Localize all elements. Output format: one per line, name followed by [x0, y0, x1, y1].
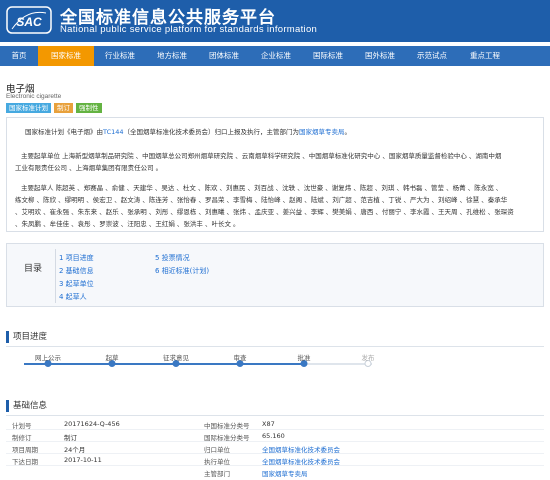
- nav-item-group-standards[interactable]: 团体标准: [198, 46, 250, 66]
- toc-item-progress[interactable]: 1 项目进度: [59, 253, 94, 263]
- drafters-line: 、朱凤鹏 、牟佳佳 、袁彤 、罗崇波 、汪阳忠 、王红娟 、张洪丰 、叶长文 。: [15, 220, 240, 228]
- standard-title-en: Electronic cigarette: [6, 93, 62, 100]
- plan-number-value: 20171624-Q-456: [64, 420, 120, 428]
- badge-plan-type: 国家标准计划: [6, 103, 51, 113]
- nav-item-local-standards[interactable]: 地方标准: [146, 46, 198, 66]
- nav-item-national-standards[interactable]: 国家标准: [38, 46, 94, 66]
- progress-track: [24, 363, 372, 365]
- summary-text: 国家标准计划《电子烟》由: [25, 128, 103, 136]
- ics-value: 65.160: [262, 432, 285, 440]
- nav-item-foreign-standards[interactable]: 国外标准: [354, 46, 406, 66]
- section-marker: [6, 400, 9, 412]
- nav-item-pilot-demo[interactable]: 示范试点: [406, 46, 458, 66]
- site-header: SAC 全国标准信息公共服务平台 National public service…: [0, 0, 550, 42]
- toc-item-drafting-units[interactable]: 3 起草单位: [59, 279, 94, 289]
- standard-badges: 国家标准计划 制订 强制性: [6, 103, 102, 113]
- nav-item-international-standards[interactable]: 国际标准: [302, 46, 354, 66]
- progress-step-label: 起草: [105, 354, 119, 362]
- row-divider: [6, 441, 544, 442]
- drafters-line: 、艾明欢 、崔永强 、朱东来 、赵乐 、张承明 、刘彤 、缪恩栋 、刘惠曦 、张…: [15, 208, 514, 216]
- nav-item-industry-standards[interactable]: 行业标准: [94, 46, 146, 66]
- progress-step-label: 批准: [297, 354, 311, 362]
- nav-item-enterprise-standards[interactable]: 企业标准: [250, 46, 302, 66]
- progress-step-label: 审查: [233, 354, 247, 362]
- site-subtitle: National public service platform for sta…: [60, 24, 318, 35]
- supervising-dept-label: 主管部门: [204, 470, 230, 478]
- drafting-units-line: 主要起草单位 上海新型烟草制品研究院 、中国烟草总公司郑州烟草研究院 、云南烟草…: [21, 152, 502, 160]
- issue-date-value: 2017-10-11: [64, 456, 102, 464]
- section-divider: [6, 346, 544, 347]
- progress-fill: [24, 363, 304, 365]
- drafters-line: 练文柳 、陈欣 、缪明明 、侯宏卫 、赵文涛 、陈连芳 、张怡春 、罗昌荣 、李…: [15, 196, 508, 204]
- nav-item-key-projects[interactable]: 重点工程: [458, 46, 512, 66]
- basic-info-section-title: 基础信息: [13, 401, 48, 411]
- row-divider: [6, 453, 544, 454]
- sac-logo[interactable]: SAC: [6, 5, 52, 35]
- department-link[interactable]: 国家烟草专卖局: [299, 128, 345, 136]
- row-divider: [6, 429, 544, 430]
- badge-mandatory: 强制性: [76, 103, 102, 113]
- toc-item-similar-standards[interactable]: 6 相近标准(计划): [155, 266, 209, 276]
- main-nav: 首页 国家标准 行业标准 地方标准 团体标准 企业标准 国际标准 国外标准 示范…: [0, 46, 550, 66]
- basic-info-section-header: 基础信息: [6, 399, 544, 416]
- svg-text:SAC: SAC: [16, 15, 42, 29]
- progress-section-header: 项目进度: [6, 330, 544, 347]
- supervising-dept-link[interactable]: 国家烟草专卖局: [262, 468, 308, 478]
- drafters-line: 主要起草人 陈超英 、郑赛晶 、俞健 、天建华 、吴达 、杜文 、陈欢 、刘惠民…: [21, 184, 503, 192]
- nav-item-home[interactable]: 首页: [0, 46, 38, 66]
- toc-divider: [55, 249, 56, 303]
- summary-text: （全国烟草标准化技术委员会）归口上报及执行，主管部门为: [123, 128, 300, 136]
- toc-item-drafters[interactable]: 4 起草人: [59, 292, 87, 302]
- tc-link[interactable]: TC144: [103, 128, 124, 136]
- progress-step-label: 网上公示: [35, 354, 61, 362]
- summary-text: 。: [344, 128, 352, 136]
- progress-section-title: 项目进度: [13, 332, 48, 342]
- summary-line: 国家标准计划《电子烟》由TC144（全国烟草标准化技术委员会）归口上报及执行，主…: [25, 126, 351, 138]
- progress-step-label: 发布: [361, 354, 375, 362]
- toc-item-basic-info[interactable]: 2 基础信息: [59, 266, 94, 276]
- row-divider: [6, 465, 544, 466]
- toc-item-voting[interactable]: 5 投票情况: [155, 253, 190, 263]
- ccs-value: X87: [262, 420, 275, 428]
- table-of-contents: 目录 1 项目进度 2 基础信息 3 起草单位 4 起草人 5 投票情况 6 相…: [6, 243, 544, 307]
- drafting-units-line: 工业有限责任公司 、上海烟草集团有限责任公司 。: [15, 164, 163, 172]
- badge-revision-type: 制订: [54, 103, 73, 113]
- section-marker: [6, 331, 9, 343]
- section-divider: [6, 415, 544, 416]
- summary-box: 国家标准计划《电子烟》由TC144（全国烟草标准化技术委员会）归口上报及执行，主…: [6, 117, 544, 232]
- toc-title: 目录: [24, 264, 43, 274]
- progress-step-label: 征求意见: [163, 354, 189, 362]
